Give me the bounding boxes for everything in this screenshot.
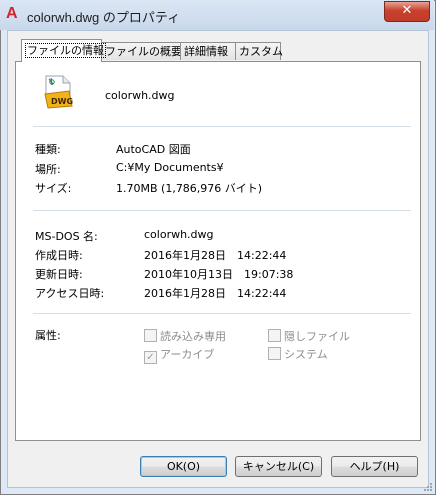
tab-details[interactable]: 詳細情報 [180,42,236,60]
type-label: 種類: [35,143,61,156]
accessed-label: アクセス日時: [35,287,105,300]
created-value: 2016年1月28日 14:22:44 [144,249,287,262]
help-button[interactable]: ヘルプ(H) [331,456,418,477]
modified-label: 更新日時: [35,268,83,281]
tab-label: カスタム [239,45,283,58]
msdos-name-label: MS-DOS 名: [35,230,98,243]
checkmark-icon: ✓ [144,351,157,364]
separator [33,210,411,211]
cancel-button[interactable]: キャンセル(C) [235,456,322,477]
system-checkbox[interactable]: システム [268,346,328,362]
archive-label: アーカイブ [160,348,215,361]
separator [33,313,411,314]
file-name: colorwh.dwg [105,89,175,102]
accessed-value: 2016年1月28日 14:22:44 [144,287,287,300]
size-value: 1.70MB (1,786,976 バイト) [116,182,263,195]
tab-label: 詳細情報 [184,45,228,58]
close-button[interactable]: ✕ [384,1,430,22]
checkbox-box [268,329,281,342]
location-value: C:¥My Documents¥ [116,161,224,174]
msdos-name-value: colorwh.dwg [144,228,214,241]
window-title: colorwh.dwg のプロパティ [27,10,181,25]
system-label: システム [284,348,328,361]
resize-grip-icon[interactable] [423,482,433,492]
attributes-label: 属性: [35,329,61,342]
hidden-checkbox[interactable]: 隠しファイル [268,328,350,344]
hidden-label: 隠しファイル [284,330,350,343]
tab-file-info[interactable]: ファイルの情報 [21,39,106,62]
type-value: AutoCAD 図面 [116,143,191,156]
tab-custom[interactable]: カスタム [235,42,283,60]
dwg-file-icon: DWG [44,75,73,109]
checkbox-box [144,329,157,342]
readonly-label: 読み込み専用 [160,330,226,343]
checkbox-box [268,347,281,360]
readonly-checkbox[interactable]: 読み込み専用 [144,328,226,344]
title-bar[interactable]: A colorwh.dwg のプロパティ ✕ [0,0,434,30]
tab-label: ファイルの情報 [25,43,106,58]
tab-label: ファイルの概要 [105,45,182,58]
size-label: サイズ: [35,182,72,195]
archive-checkbox[interactable]: ✓ アーカイブ [144,346,214,364]
autocad-app-icon: A [6,5,18,22]
dwg-icon-text: DWG [51,97,73,106]
location-label: 場所: [35,163,61,176]
ok-button[interactable]: OK(O) [140,456,227,477]
created-label: 作成日時: [35,249,83,262]
tab-file-summary[interactable]: ファイルの概要 [101,42,182,60]
separator [33,126,411,127]
close-icon: ✕ [401,3,413,18]
modified-value: 2010年10月13日 19:07:38 [144,268,294,281]
